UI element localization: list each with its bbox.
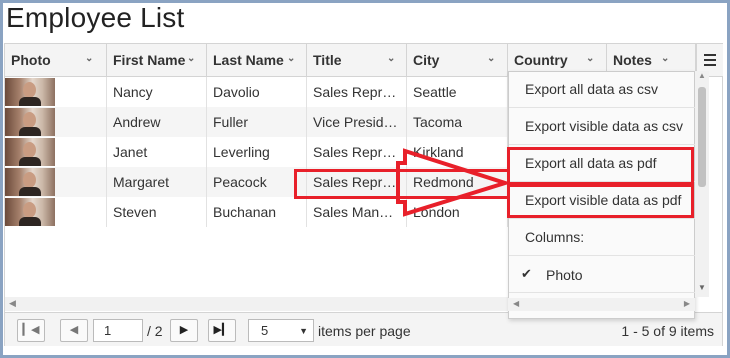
annotation-arrow [396, 148, 512, 217]
arrow-outline [396, 148, 512, 217]
